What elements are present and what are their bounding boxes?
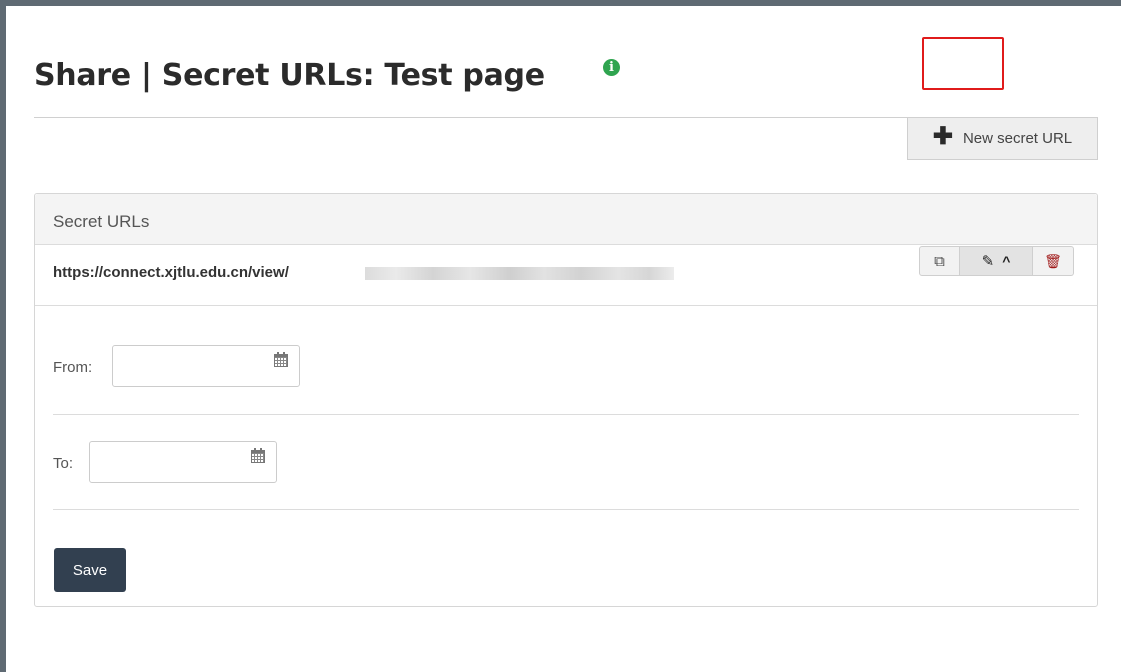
secret-url-link[interactable]: https://connect.xjtlu.edu.cn/view/ bbox=[53, 264, 289, 281]
copy-icon: ⧉ bbox=[934, 252, 945, 270]
from-date-input[interactable] bbox=[112, 345, 300, 387]
from-label: From: bbox=[53, 359, 93, 376]
url-action-group: ⧉ ✎ ^ 🗑 bbox=[919, 246, 1074, 276]
calendar-icon[interactable] bbox=[251, 448, 265, 463]
window-frame-top bbox=[0, 0, 1121, 6]
page-title: Share | Secret URLs: Test page bbox=[34, 58, 545, 93]
secret-urls-panel: Secret URLs https://connect.xjtlu.edu.cn… bbox=[34, 193, 1098, 607]
to-label: To: bbox=[53, 455, 74, 472]
to-date-input[interactable] bbox=[89, 441, 277, 483]
new-secret-url-button[interactable]: ✚ New secret URL bbox=[907, 118, 1098, 160]
copy-url-button[interactable]: ⧉ bbox=[919, 246, 960, 276]
secret-url-row: https://connect.xjtlu.edu.cn/view/ ⧉ ✎ ^… bbox=[35, 245, 1097, 306]
pencil-icon: ✎ bbox=[981, 253, 995, 270]
page-header: Share | Secret URLs: Test page bbox=[34, 58, 545, 106]
highlight-annotation bbox=[922, 37, 1004, 90]
info-icon[interactable]: i bbox=[603, 59, 620, 76]
save-button[interactable]: Save bbox=[54, 548, 126, 592]
redacted-url-suffix bbox=[365, 267, 674, 280]
form-divider bbox=[53, 509, 1079, 510]
panel-heading: Secret URLs bbox=[35, 194, 1097, 245]
new-secret-url-label: New secret URL bbox=[962, 130, 1073, 147]
edit-url-button[interactable]: ✎ ^ bbox=[960, 246, 1033, 276]
window-frame-left bbox=[0, 0, 6, 672]
plus-icon: ✚ bbox=[932, 123, 953, 150]
calendar-icon[interactable] bbox=[274, 352, 288, 367]
trash-icon: 🗑 bbox=[1044, 252, 1062, 269]
delete-url-button[interactable]: 🗑 bbox=[1033, 246, 1074, 276]
form-divider bbox=[53, 414, 1079, 415]
chevron-up-icon: ^ bbox=[1002, 253, 1011, 269]
